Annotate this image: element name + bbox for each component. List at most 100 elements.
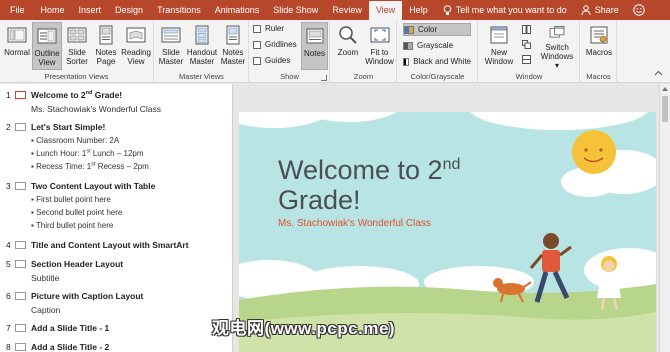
cascade-icon[interactable] xyxy=(522,40,531,49)
collapse-ribbon-icon[interactable] xyxy=(654,70,663,76)
group-presentation-views: Normal Outline View Slide Sorter Notes Page… xyxy=(0,20,154,83)
outline-pane[interactable]: 1 Welcome to 2nd Grade! Ms. Stachowiak's… xyxy=(0,84,233,352)
outline-bullet[interactable]: ▪ Second bullet point here xyxy=(31,208,122,217)
switch-windows-button[interactable]: Switch Windows ▾ xyxy=(538,22,576,70)
show-dialog-launcher[interactable] xyxy=(321,75,327,81)
tab-view[interactable]: View xyxy=(368,1,403,20)
guides-checkbox[interactable]: Guides xyxy=(253,56,290,65)
normal-label: Normal xyxy=(4,48,30,57)
sun-icon xyxy=(572,130,616,174)
show-group-label: Show xyxy=(280,72,299,81)
group-window: New Window Switch Windows ▾ Window xyxy=(479,20,580,83)
outline-slide-title[interactable]: Add a Slide Title - 1 xyxy=(31,323,109,333)
group-zoom: Zoom Fit to Window Zoom xyxy=(331,20,397,83)
outline-bullet[interactable]: ▪ Lunch Hour: 1st Lunch – 12pm xyxy=(31,149,144,158)
outline-bullet[interactable]: ▪ Classroom Number: 2A xyxy=(31,136,119,145)
presentation-views-group-label: Presentation Views xyxy=(44,72,109,81)
tab-transitions[interactable]: Transitions xyxy=(150,0,208,20)
master-views-group-label: Master Views xyxy=(179,72,224,81)
outline-view-button[interactable]: Outline View xyxy=(32,22,62,70)
notes-master-icon xyxy=(226,25,240,45)
notes-toggle-button[interactable]: Notes xyxy=(301,22,328,70)
notes-page-button[interactable]: Notes Page xyxy=(91,22,121,70)
tab-help[interactable]: Help xyxy=(402,0,435,20)
outline-view-icon xyxy=(37,28,57,44)
outline-bullet[interactable]: ▪ First bullet point here xyxy=(31,195,111,204)
tab-file[interactable]: File xyxy=(0,0,34,20)
window-group-label: Window xyxy=(515,72,543,81)
outline-bullet[interactable]: ▪ Third bullet point here xyxy=(31,221,113,230)
outline-bullet[interactable]: ▪ Recess Time: 1st Recess – 2pm xyxy=(31,162,149,171)
outline-slide-title[interactable]: Section Header Layout xyxy=(31,259,123,269)
fit-to-window-label: Fit to Window xyxy=(365,48,394,66)
slide-master-label: Slide Master xyxy=(158,48,184,66)
tab-design[interactable]: Design xyxy=(108,0,150,20)
group-macros: Macros Macros xyxy=(581,20,617,83)
scroll-up-arrow-icon[interactable] xyxy=(662,87,668,91)
outline-slide-subtitle[interactable]: Ms. Stachowiak's Wonderful Class xyxy=(31,104,161,114)
switch-windows-label: Switch Windows ▾ xyxy=(540,43,574,70)
outline-slide-subtitle[interactable]: Subtitle xyxy=(31,273,59,283)
outline-slide-title[interactable]: Two Content Layout with Table xyxy=(31,181,155,191)
gridlines-checkbox[interactable]: Gridlines xyxy=(253,40,297,49)
zoom-button[interactable]: Zoom xyxy=(333,22,363,70)
slide-sorter-icon xyxy=(67,27,87,43)
slide-number: 6 xyxy=(6,291,11,301)
color-option[interactable]: Color xyxy=(403,23,471,36)
outline-slide-title[interactable]: Welcome to 2nd Grade! xyxy=(31,90,122,100)
tab-slide-show[interactable]: Slide Show xyxy=(266,0,325,20)
scroll-thumb[interactable] xyxy=(662,96,668,122)
switch-windows-icon xyxy=(549,25,565,38)
slide-thumbnail-icon xyxy=(15,182,26,190)
group-color-grayscale: Color Grayscale Black and White Color/Gr… xyxy=(398,20,478,83)
share-label: Share xyxy=(594,5,619,15)
slide-thumbnail-icon xyxy=(15,241,26,249)
outline-slide-title[interactable]: Picture with Caption Layout xyxy=(31,291,143,301)
tell-me-box[interactable]: Tell me what you want to do xyxy=(443,0,567,20)
notes-master-button[interactable]: Notes Master xyxy=(218,22,248,70)
reading-view-button[interactable]: Reading View xyxy=(120,22,152,70)
grayscale-label: Grayscale xyxy=(417,41,454,50)
slide-master-button[interactable]: Slide Master xyxy=(156,22,186,70)
slide-number: 2 xyxy=(6,122,11,132)
tell-me-text: Tell me what you want to do xyxy=(455,5,567,15)
macros-icon xyxy=(590,26,608,44)
share-button[interactable]: Share xyxy=(581,5,619,15)
handout-master-label: Handout Master xyxy=(186,48,218,66)
smiley-feedback-icon[interactable] xyxy=(633,4,645,16)
reading-view-icon xyxy=(126,27,146,43)
tab-insert[interactable]: Insert xyxy=(72,0,109,20)
fit-to-window-button[interactable]: Fit to Window xyxy=(364,22,395,70)
arrange-all-icon[interactable] xyxy=(522,25,531,34)
black-white-swatch-icon xyxy=(403,57,410,66)
tab-review[interactable]: Review xyxy=(325,0,369,20)
outline-slide-title[interactable]: Title and Content Layout with SmartArt xyxy=(31,240,189,250)
slide-sorter-label: Slide Sorter xyxy=(66,48,88,66)
tab-home[interactable]: Home xyxy=(34,0,72,20)
slide-title[interactable]: Welcome to 2nd xyxy=(278,155,460,185)
tab-animations[interactable]: Animations xyxy=(208,0,267,20)
outline-slide-title[interactable]: Add a Slide Title - 2 xyxy=(31,342,109,352)
group-show: Ruler Gridlines Guides Notes Show xyxy=(250,20,330,83)
normal-view-button[interactable]: Normal xyxy=(2,22,32,70)
slide-sorter-button[interactable]: Slide Sorter xyxy=(62,22,92,70)
guides-checkbox-box xyxy=(253,56,261,65)
black-white-option[interactable]: Black and White xyxy=(403,55,471,68)
macros-button[interactable]: Macros xyxy=(584,22,614,70)
outline-slide-subtitle[interactable]: Caption xyxy=(31,305,60,315)
watermark-text: 观电网(www.pcpc.me) xyxy=(212,319,396,338)
move-split-icon[interactable] xyxy=(522,55,531,64)
new-window-icon xyxy=(490,26,508,44)
vertical-scrollbar[interactable] xyxy=(659,84,670,352)
gridlines-checkbox-box xyxy=(253,40,261,49)
handout-master-button[interactable]: Handout Master xyxy=(186,22,218,70)
grayscale-option[interactable]: Grayscale xyxy=(403,39,471,52)
slide-title-line-2[interactable]: Grade! xyxy=(278,185,361,215)
outline-slide-title[interactable]: Let's Start Simple! xyxy=(31,122,105,132)
slide-subtitle[interactable]: Ms. Stachowiak's Wonderful Class xyxy=(278,218,431,229)
new-window-button[interactable]: New Window xyxy=(482,22,516,70)
black-white-label: Black and White xyxy=(413,57,471,66)
ruler-checkbox[interactable]: Ruler xyxy=(253,24,284,33)
notes-master-label: Notes Master xyxy=(220,48,246,66)
slide-number: 4 xyxy=(6,240,11,250)
